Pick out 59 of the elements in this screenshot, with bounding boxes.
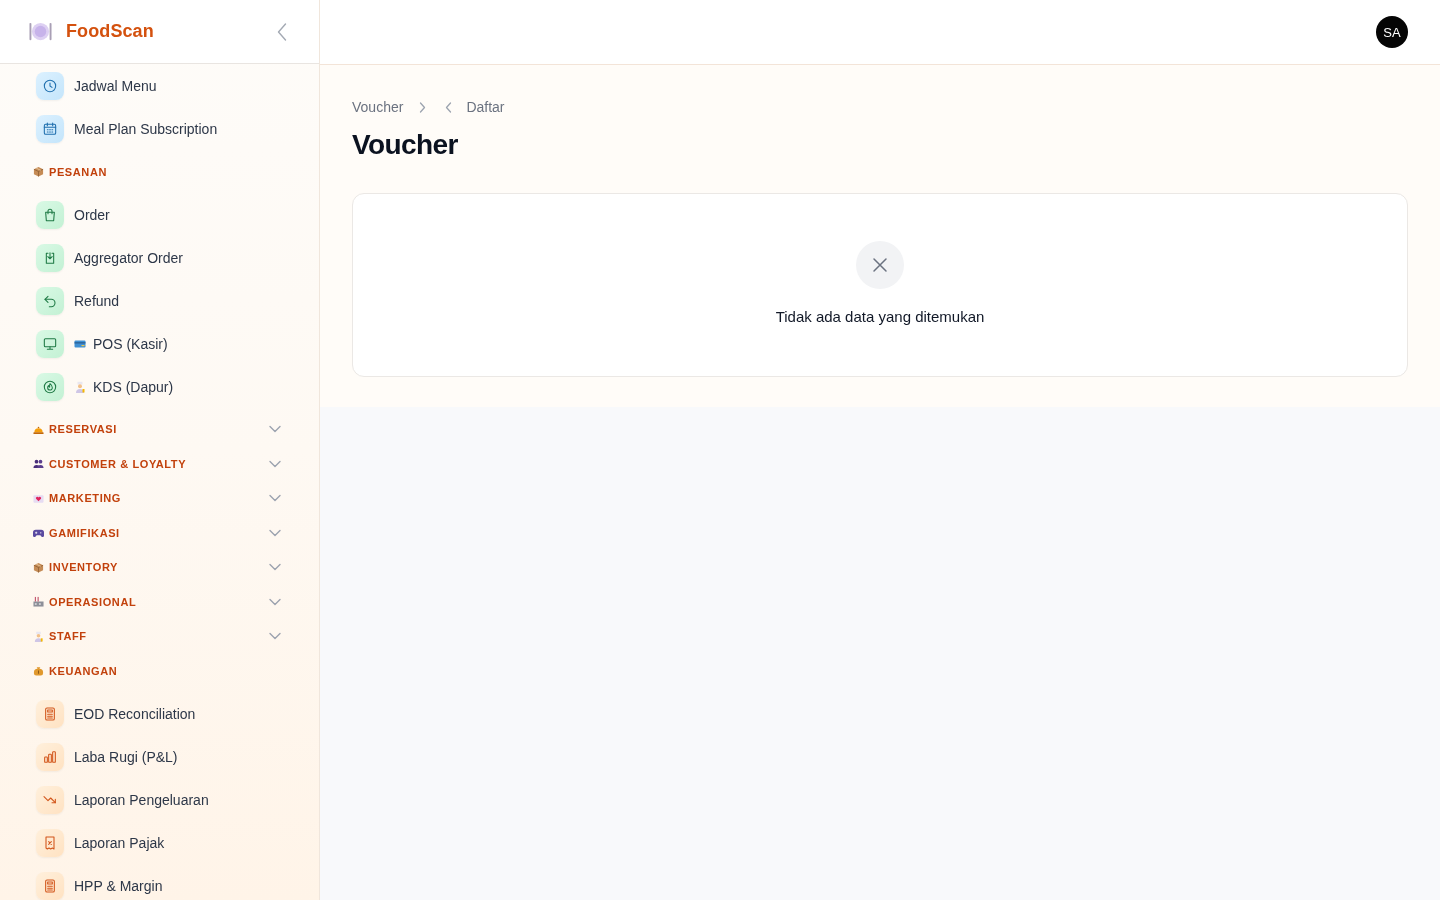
factory-icon [33, 596, 44, 608]
section-header[interactable]: OPERASIONAL [0, 584, 319, 619]
nav-item[interactable]: Laba Rugi (P&L) [0, 735, 319, 778]
empty-state-message: Tidak ada data yang ditemukan [775, 307, 985, 327]
nav-item[interactable]: KDS (Dapur) [0, 365, 319, 408]
avatar-button[interactable]: SA [1376, 16, 1408, 48]
shopping-bag-icon [36, 200, 64, 229]
package-icon [33, 561, 44, 573]
love-letter-icon [33, 492, 44, 504]
receipt-icon [36, 828, 64, 857]
brand-name: FoodScan [66, 21, 154, 42]
breadcrumb-link[interactable]: Voucher [352, 99, 404, 115]
undo-arrow-icon [36, 286, 64, 315]
chevron-down-icon [269, 494, 281, 503]
plate-cutlery-icon [28, 20, 53, 43]
chevron-down-icon [269, 632, 281, 641]
chevron-down-icon [269, 528, 281, 537]
nav-item[interactable]: Laporan Pajak [0, 821, 319, 864]
chevron-down-icon [269, 597, 281, 606]
gamepad-icon [33, 527, 44, 539]
calendar-icon [36, 115, 64, 143]
nav-item[interactable]: Meal Plan Subscription [0, 107, 319, 151]
chevron-left-icon [277, 22, 287, 41]
section-header[interactable]: PESANAN [0, 154, 319, 189]
section-header[interactable]: STAFF [0, 619, 319, 654]
page-title: Voucher [352, 128, 458, 162]
section-header[interactable]: GAMIFIKASI [0, 515, 319, 550]
nav-item[interactable]: EOD Reconciliation [0, 692, 319, 735]
chevron-left-icon [445, 101, 453, 113]
breadcrumb-current: Daftar [466, 99, 505, 115]
download-tray-icon [36, 243, 64, 272]
trending-down-icon [36, 785, 64, 814]
nav-item[interactable]: HPP & Margin [0, 864, 319, 900]
cross-icon [856, 241, 904, 289]
nav-item[interactable]: Jadwal Menu [0, 64, 319, 108]
bar-chart-icon [36, 742, 64, 771]
nav-item[interactable]: Refund [0, 279, 319, 322]
section-header[interactable]: INVENTORY [0, 550, 319, 585]
section-header[interactable]: RESERVASI [0, 412, 319, 447]
calculator-icon [36, 871, 64, 900]
chevron-right-icon [419, 101, 427, 113]
monitor-icon [36, 329, 64, 358]
section-header[interactable]: KEUANGAN [0, 653, 319, 688]
chef-icon [33, 630, 44, 642]
money-bag-icon [33, 665, 44, 677]
nav-item[interactable]: POS (Kasir) [0, 322, 319, 365]
package-icon [33, 166, 44, 178]
people-icon [33, 458, 44, 470]
chef-icon [74, 380, 86, 393]
section-header[interactable]: MARKETING [0, 481, 319, 516]
chevron-down-icon [269, 459, 281, 468]
chevron-down-icon [269, 425, 281, 434]
chevron-down-icon [269, 563, 281, 572]
nav-item[interactable]: Order [0, 193, 319, 236]
nav-item[interactable]: Aggregator Order [0, 236, 319, 279]
section-header[interactable]: CUSTOMER & LOYALTY [0, 446, 319, 481]
clock-icon [36, 72, 64, 100]
nav-item[interactable]: Laporan Pengeluaran [0, 778, 319, 821]
calculator-icon [36, 699, 64, 728]
